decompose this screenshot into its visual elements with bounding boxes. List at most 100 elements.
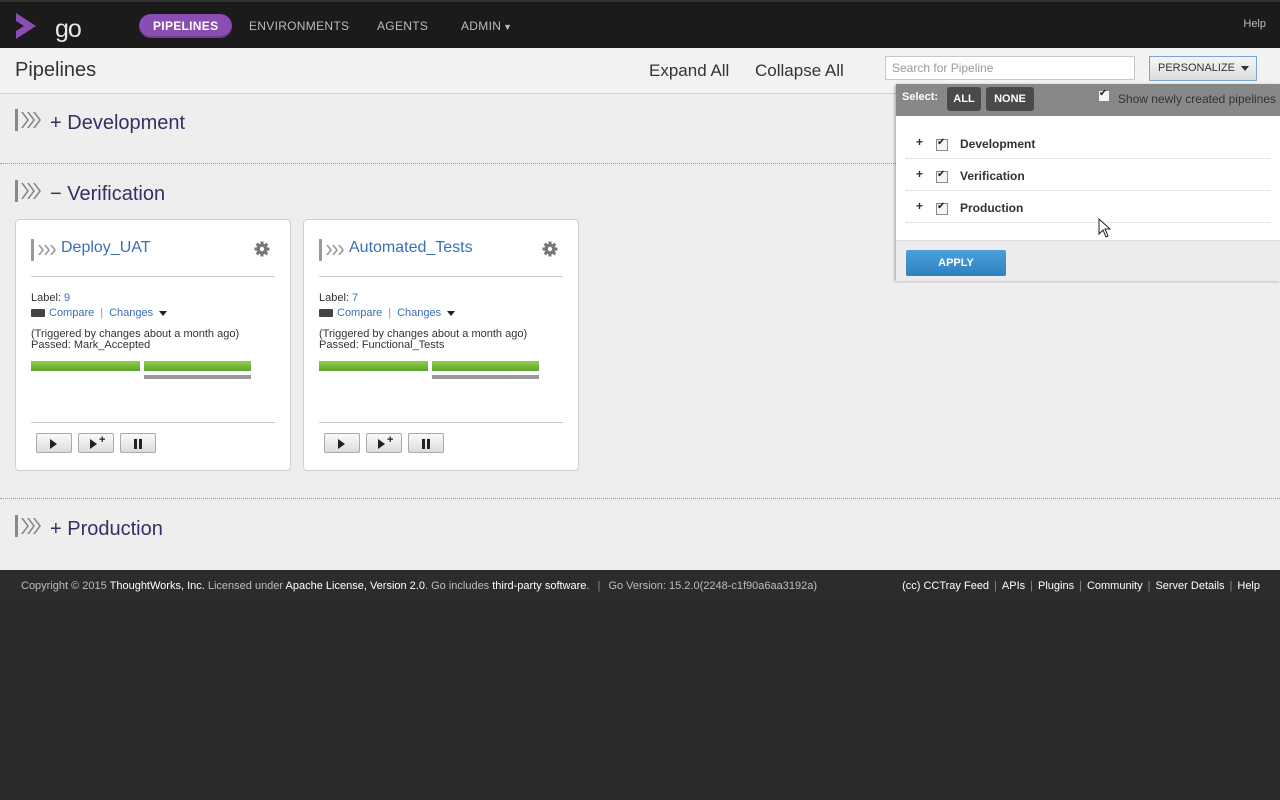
help-link[interactable]: Help	[1243, 18, 1266, 30]
group-checkbox[interactable]	[936, 169, 948, 183]
plus-icon: +	[387, 434, 394, 446]
server-details-link[interactable]: Server Details	[1155, 580, 1224, 592]
passed-stage: Passed: Mark_Accepted	[31, 339, 150, 351]
dropdown-footer: APPLY	[896, 240, 1280, 281]
label-link[interactable]: 7	[352, 292, 358, 304]
pipeline-label: Label: 9	[31, 292, 70, 304]
expand-all-link[interactable]: Expand All	[649, 61, 729, 81]
pipeline-group-icon	[15, 515, 41, 537]
personalize-dropdown: Select: ALL NONE Show newly created pipe…	[896, 84, 1280, 281]
group-checkbox[interactable]	[936, 201, 948, 215]
community-link[interactable]: Community	[1087, 580, 1143, 592]
pipeline-group-icon	[15, 180, 41, 202]
label-prefix: Label:	[319, 292, 349, 304]
pause-button[interactable]	[408, 433, 444, 453]
plus-icon: +	[99, 434, 106, 446]
select-label: Select:	[902, 91, 939, 103]
cctray-feed-link[interactable]: (cc) CCTray Feed	[902, 580, 989, 592]
card-separator	[31, 422, 275, 423]
passed-prefix: Passed:	[31, 339, 71, 351]
select-all-button[interactable]: ALL	[947, 87, 981, 111]
footer-help-link[interactable]: Help	[1237, 580, 1260, 592]
group-checkbox[interactable]	[936, 137, 948, 151]
gear-icon[interactable]	[254, 241, 270, 257]
plugins-link[interactable]: Plugins	[1038, 580, 1074, 592]
group-production[interactable]: + Production	[0, 514, 1280, 544]
group-title: + Development	[50, 112, 185, 135]
label-link[interactable]: 9	[64, 292, 70, 304]
trigger-with-options-button[interactable]: +	[366, 433, 402, 453]
show-new-label: Show newly created pipelines	[1117, 92, 1276, 106]
compare-link[interactable]: Compare	[337, 307, 382, 319]
trigger-button[interactable]	[324, 433, 360, 453]
expand-sign[interactable]: +	[916, 135, 923, 149]
third-party-link[interactable]: third-party software	[492, 580, 586, 592]
chevron-down-icon: ▼	[503, 22, 513, 32]
license-link[interactable]: Apache License, Version 2.0	[286, 580, 425, 592]
pipeline-card-automated-tests: Automated_Tests Label: 7 Compare | Changes…	[303, 219, 579, 471]
stage-bar-passed[interactable]	[319, 361, 428, 371]
card-separator	[31, 276, 275, 277]
page-title: Pipelines	[15, 59, 97, 81]
nav-pipelines[interactable]: PIPELINES	[139, 14, 233, 38]
stage-bar-passed[interactable]	[432, 361, 539, 371]
collapse-all-link[interactable]: Collapse All	[755, 61, 844, 81]
pipeline-search-input[interactable]: Search for Pipeline	[885, 56, 1135, 80]
nav-agents[interactable]: AGENTS	[377, 14, 428, 38]
personalize-item-development: + Development	[906, 128, 1270, 159]
company-link[interactable]: ThoughtWorks, Inc.	[110, 580, 205, 592]
card-separator	[319, 276, 563, 277]
nav-environments[interactable]: ENVIRONMENTS	[249, 14, 349, 38]
label-prefix: Label:	[31, 292, 61, 304]
group-name: Verification	[960, 169, 1025, 183]
pause-button[interactable]	[120, 433, 156, 453]
passed-prefix: Passed:	[319, 339, 359, 351]
logo-text: go	[55, 15, 82, 43]
compare-link[interactable]: Compare	[49, 307, 94, 319]
nav-admin[interactable]: ADMIN ▼	[461, 14, 512, 38]
stage-bar-passed[interactable]	[31, 361, 140, 371]
expand-sign[interactable]: +	[916, 199, 923, 213]
includes-text: . Go includes	[424, 580, 490, 592]
licensed-text: Licensed under	[207, 580, 284, 592]
show-new-pipelines-option[interactable]: Show newly created pipelines	[1097, 88, 1276, 106]
changes-link[interactable]: Changes	[397, 307, 441, 319]
pipeline-icon	[319, 239, 344, 261]
expand-sign[interactable]: +	[916, 167, 923, 181]
dropdown-header: Select: ALL NONE Show newly created pipe…	[896, 84, 1280, 116]
play-icon	[338, 439, 345, 449]
passed-value: Functional_Tests	[361, 339, 445, 351]
personalize-button[interactable]: PERSONALIZE	[1149, 56, 1257, 81]
chevron-down-icon	[1241, 65, 1250, 71]
pipeline-name-link[interactable]: Automated_Tests	[349, 239, 473, 257]
compare-changes-row: Compare | Changes	[31, 307, 168, 319]
version-text: Go Version: 15.2.0(2248-c1f90a6aa3192a)	[608, 580, 817, 592]
changes-link[interactable]: Changes	[109, 307, 153, 319]
personalize-item-production: + Production	[906, 192, 1270, 223]
show-new-checkbox[interactable]	[1097, 88, 1110, 102]
chevron-down-icon[interactable]	[159, 310, 168, 316]
separator: |	[1079, 580, 1082, 592]
separator: |	[597, 580, 601, 592]
separator: |	[994, 580, 997, 592]
stage-bar-passed[interactable]	[144, 361, 251, 371]
apply-button[interactable]: APPLY	[906, 250, 1006, 276]
expand-sign: +	[50, 518, 62, 540]
apis-link[interactable]: APIs	[1002, 580, 1025, 592]
play-icon	[50, 439, 57, 449]
trigger-with-options-button[interactable]: +	[78, 433, 114, 453]
card-separator	[319, 422, 563, 423]
pipeline-icon	[31, 239, 56, 261]
expand-sign: +	[50, 112, 62, 134]
pipeline-name-link[interactable]: Deploy_UAT	[61, 239, 151, 257]
select-none-button[interactable]: NONE	[986, 87, 1034, 111]
trigger-button[interactable]	[36, 433, 72, 453]
stage-history-bar	[144, 375, 251, 379]
footer: Copyright © 2015 ThoughtWorks, Inc. Lice…	[0, 570, 1280, 602]
chevron-down-icon[interactable]	[447, 310, 456, 316]
play-icon	[378, 439, 385, 449]
separator: |	[1229, 580, 1233, 592]
go-logo[interactable]: go	[14, 11, 84, 43]
footer-links: (cc) CCTray Feed | APIs | Plugins | Community |…	[902, 580, 1260, 592]
gear-icon[interactable]	[542, 241, 558, 257]
